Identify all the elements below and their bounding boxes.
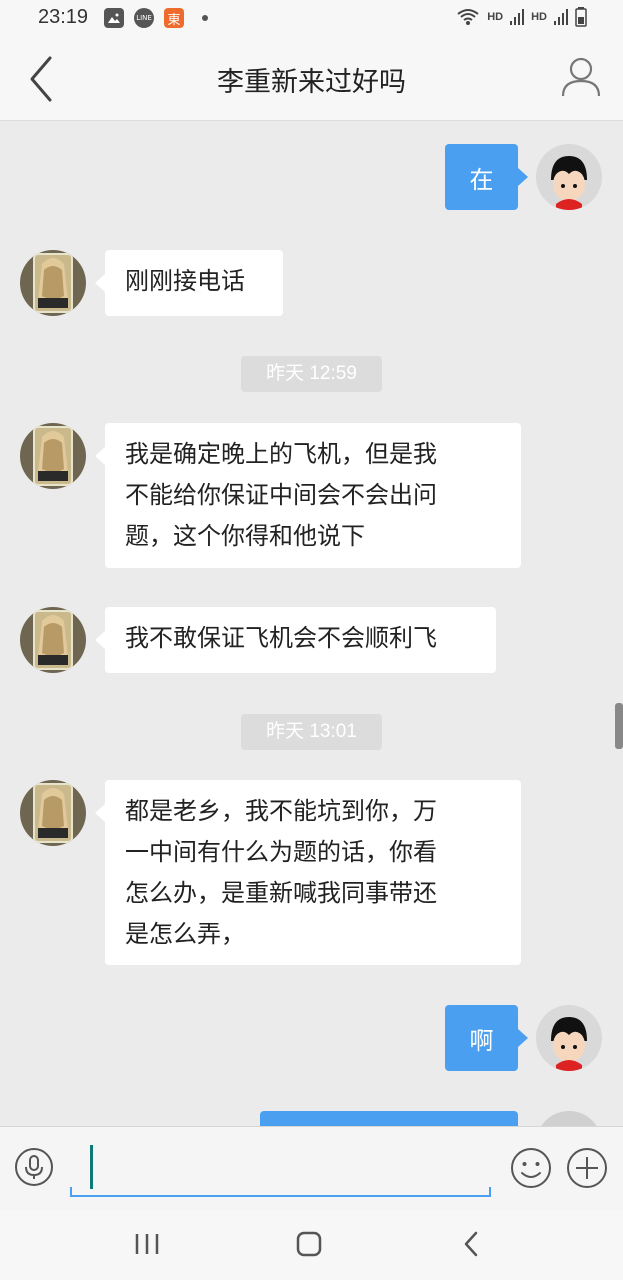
message-line: 我是确定晚上的飞机，但是我 [125, 440, 437, 468]
message-bubble-incoming[interactable]: 都是老乡，我不能坑到你，万 一中间有什么为题的话，你看 怎么办，是重新喊我同事带… [95, 780, 521, 965]
wifi-icon [457, 9, 479, 25]
contact-avatar[interactable] [20, 780, 86, 846]
status-right: HD HD [456, 7, 587, 27]
contact-avatar[interactable] [20, 250, 86, 316]
message-input[interactable] [70, 1141, 491, 1197]
timestamp: 昨天 13:01 [241, 714, 382, 750]
status-bar: 23:19 LINE 東 HD HD [0, 0, 623, 38]
message-line: 都是老乡，我不能坑到你，万 [125, 797, 437, 825]
message-line: 是怎么弄， [125, 920, 245, 948]
taobao-icon: 東 [164, 8, 184, 28]
my-avatar[interactable] [536, 1005, 602, 1071]
my-avatar[interactable] [536, 1111, 602, 1126]
message-bubble-outgoing[interactable]: 在 [445, 144, 528, 210]
line-app-icon: LINE [134, 8, 154, 28]
message-line: 题，这个你得和他说下 [125, 522, 365, 550]
message-text: 在 [469, 165, 494, 194]
voice-button[interactable] [14, 1147, 54, 1187]
chat-title: 李重新来过好吗 [217, 67, 406, 98]
message-bubble-incoming[interactable]: 我不敢保证飞机会不会顺利飞 [95, 607, 496, 673]
timestamp: 昨天 12:59 [241, 356, 382, 392]
microphone-icon [15, 1148, 53, 1186]
system-nav-bar [0, 1210, 623, 1280]
message-line: 怎么办，是重新喊我同事带还 [125, 879, 437, 907]
message-line: 不能给你保证中间会不会出问 [125, 481, 437, 509]
hd-badge-2: HD [531, 11, 547, 23]
my-avatar[interactable] [536, 144, 602, 210]
recent-apps-icon [135, 1234, 159, 1254]
more-button[interactable] [566, 1147, 608, 1189]
plus-circle-icon [567, 1148, 607, 1188]
message-bubble-incoming[interactable]: 我是确定晚上的飞机，但是我 不能给你保证中间会不会出问 题，这个你得和他说下 [95, 423, 521, 568]
back-icon [464, 1231, 478, 1257]
message-bubble-incoming[interactable]: 刚刚接电话 [95, 250, 283, 316]
text-caret [90, 1145, 93, 1189]
contact-avatar[interactable] [20, 607, 86, 673]
message-line: 一中间有什么为题的话，你看 [125, 838, 437, 866]
chat-scrollbar[interactable] [615, 703, 623, 749]
gallery-icon [104, 8, 124, 28]
chat-area[interactable]: 在 刚刚接电话 昨天 12:59 我是确定晚上的飞机，但是我 不能给你保证中间会… [0, 121, 623, 1126]
profile-button[interactable] [559, 54, 603, 98]
person-icon [561, 57, 601, 97]
emoji-button[interactable] [510, 1147, 552, 1189]
hd-badge-1: HD [487, 11, 504, 23]
nav-back-button[interactable] [452, 1226, 492, 1262]
message-bubble-outgoing[interactable]: 啊 [445, 1005, 528, 1071]
status-time: 23:19 [38, 6, 89, 28]
notification-icons: LINE 東 [104, 8, 208, 28]
battery-icon [575, 7, 587, 27]
recent-apps-button[interactable] [127, 1226, 167, 1262]
contact-avatar[interactable] [20, 423, 86, 489]
smiley-icon [511, 1148, 551, 1188]
signal-icon-1 [510, 9, 525, 25]
signal-icon-2 [554, 9, 568, 25]
home-icon [296, 1231, 322, 1257]
more-notifications-dot [202, 15, 208, 21]
home-button[interactable] [289, 1226, 329, 1262]
message-text: 啊 [469, 1026, 494, 1055]
message-text: 刚刚接电话 [125, 267, 245, 295]
input-bar [0, 1126, 623, 1211]
message-text: 我不敢保证飞机会不会顺利飞 [125, 624, 437, 652]
message-bubble-outgoing[interactable] [260, 1111, 518, 1126]
chat-header: 李重新来过好吗 [0, 38, 623, 121]
